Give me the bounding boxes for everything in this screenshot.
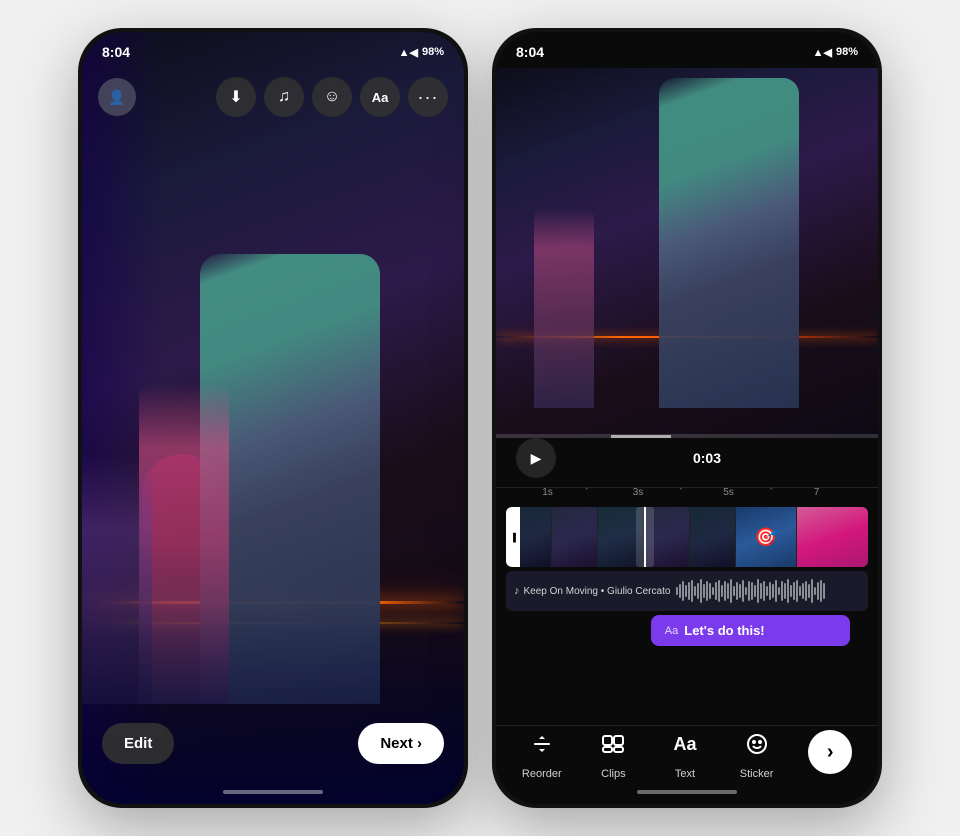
audio-waveform bbox=[676, 576, 860, 606]
floor-glow bbox=[82, 604, 464, 804]
text-bubble-label: Let's do this! bbox=[684, 623, 764, 638]
text-label: Text bbox=[675, 768, 695, 780]
ruler-dot-2: • bbox=[680, 487, 682, 493]
more-icon: ··· bbox=[418, 87, 439, 108]
play-button[interactable]: ▶ bbox=[516, 438, 556, 478]
sticker-clip: 🎯 bbox=[736, 507, 796, 567]
status-icons-1: ▲◀ 98% bbox=[399, 46, 444, 59]
status-bar-2: 8:04 ▲◀ 98% bbox=[496, 32, 878, 64]
save-icon: ⬇ bbox=[229, 87, 242, 107]
ruler-mark-3: 5s bbox=[723, 487, 734, 498]
ruler-dot-1: • bbox=[586, 487, 588, 493]
playhead-highlight bbox=[636, 507, 654, 567]
music-button[interactable]: ♫ bbox=[264, 77, 304, 117]
timeline-area[interactable]: 1s 3s 5s 7 • • • bbox=[496, 487, 878, 657]
pink-clip bbox=[797, 507, 868, 567]
text-bubble[interactable]: Aa Let's do this! bbox=[651, 615, 850, 646]
save-button[interactable]: ⬇ bbox=[216, 77, 256, 117]
status-icons-2: ▲◀ 98% bbox=[813, 46, 858, 59]
video-preview bbox=[496, 68, 878, 438]
time-1: 8:04 bbox=[102, 44, 130, 60]
sticker-label: Sticker bbox=[740, 768, 774, 780]
ruler-mark-4: 7 bbox=[814, 487, 820, 498]
sticker-tool[interactable]: Sticker bbox=[737, 724, 777, 780]
phone-2: 8:04 ▲◀ 98% ▶ 0:03 1s bbox=[492, 28, 882, 808]
ruler-dot-3: • bbox=[770, 487, 772, 493]
next-button[interactable]: Next › bbox=[358, 723, 444, 764]
more-button[interactable]: ··· bbox=[408, 77, 448, 117]
ruler-mark-2: 3s bbox=[633, 487, 644, 498]
home-indicator-1 bbox=[223, 790, 323, 794]
preview-main-figure bbox=[659, 78, 799, 408]
battery-2: 98% bbox=[836, 46, 858, 58]
clip-thumb-5 bbox=[690, 507, 735, 567]
video-timeline-track[interactable]: ▐ 🎯 bbox=[506, 507, 868, 567]
clips-tool[interactable]: Clips bbox=[593, 724, 633, 780]
phone-1-inner: 8:04 ▲◀ 98% 👤 ⬇ ♫ ☺ bbox=[82, 32, 464, 804]
text-track[interactable]: Aa Let's do this! bbox=[506, 615, 868, 646]
clip-thumb-2 bbox=[552, 507, 597, 567]
text-bubble-icon: Aa bbox=[665, 625, 678, 637]
sticker-button-1[interactable]: ☺ bbox=[312, 77, 352, 117]
status-bar-1: 8:04 ▲◀ 98% bbox=[82, 32, 464, 64]
edit-button[interactable]: Edit bbox=[102, 723, 174, 764]
phone-2-inner: 8:04 ▲◀ 98% ▶ 0:03 1s bbox=[496, 32, 878, 804]
time-display: 0:03 bbox=[556, 450, 858, 466]
timeline-ruler: 1s 3s 5s 7 • • • bbox=[496, 487, 878, 507]
play-icon: ▶ bbox=[531, 450, 542, 467]
audio-track[interactable]: ♪ Keep On Moving • Giulio Cercato bbox=[506, 571, 868, 611]
reorder-icon bbox=[522, 724, 562, 764]
battery-1: 98% bbox=[422, 46, 444, 58]
bg-figure-left bbox=[534, 208, 594, 408]
clips-label: Clips bbox=[601, 768, 625, 780]
music-icon: ♫ bbox=[278, 88, 290, 106]
bottom-toolbar-2: Reorder Clips Aa Text bbox=[496, 724, 878, 780]
audio-label: Keep On Moving • Giulio Cercato bbox=[524, 586, 671, 597]
text-button-1[interactable]: Aa bbox=[360, 77, 400, 117]
signal-icon: ▲◀ bbox=[399, 46, 418, 59]
phones-container: 8:04 ▲◀ 98% 👤 ⬇ ♫ ☺ bbox=[0, 0, 960, 836]
timeline-next-button[interactable]: › bbox=[808, 730, 852, 774]
signal-icon-2: ▲◀ bbox=[813, 46, 832, 59]
home-indicator-2 bbox=[637, 790, 737, 794]
text-icon-2: Aa bbox=[665, 724, 705, 764]
toolbar-1: 👤 ⬇ ♫ ☺ Aa ··· bbox=[98, 77, 448, 117]
reorder-tool[interactable]: Reorder bbox=[522, 724, 562, 780]
playback-area: ▶ 0:03 bbox=[496, 438, 878, 478]
clips-icon bbox=[593, 724, 633, 764]
text-icon-1: Aa bbox=[372, 90, 389, 105]
video-scene-1 bbox=[82, 32, 464, 804]
sticker-icon-1: ☺ bbox=[324, 88, 340, 106]
sticker-icon-2 bbox=[737, 724, 777, 764]
next-arrow-icon: › bbox=[827, 741, 834, 764]
clip-strip: 🎯 bbox=[506, 507, 868, 567]
time-2: 8:04 bbox=[516, 44, 544, 60]
text-tool[interactable]: Aa Text bbox=[665, 724, 705, 780]
clip-start-handle[interactable]: ▐ bbox=[506, 507, 520, 567]
phone-1: 8:04 ▲◀ 98% 👤 ⬇ ♫ ☺ bbox=[78, 28, 468, 808]
reorder-label: Reorder bbox=[522, 768, 562, 780]
bottom-bar-1: Edit Next › bbox=[102, 723, 444, 764]
next-label: Next › bbox=[380, 735, 422, 752]
ruler-mark-1: 1s bbox=[542, 487, 553, 498]
avatar-btn[interactable]: 👤 bbox=[98, 78, 136, 116]
audio-icon: ♪ bbox=[514, 585, 520, 597]
playhead bbox=[644, 507, 646, 567]
